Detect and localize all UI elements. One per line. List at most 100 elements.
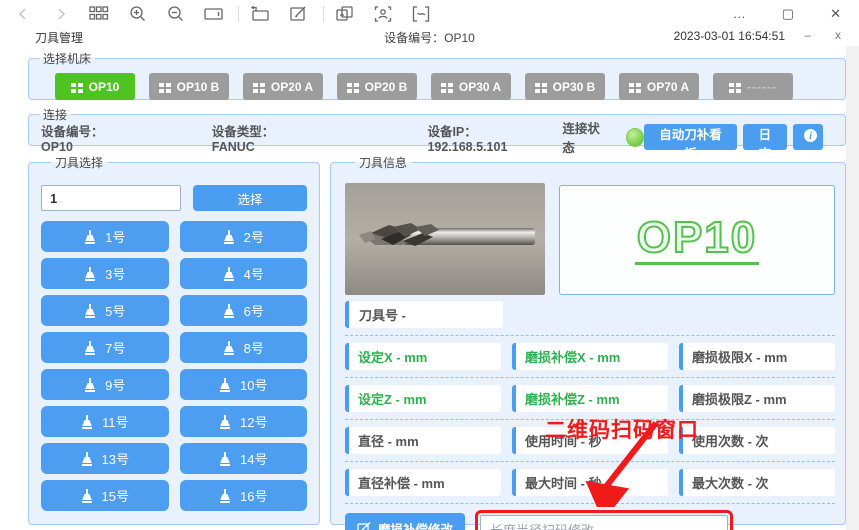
tool-button-1[interactable]: 1号 [41, 221, 169, 252]
tool-bit-icon [219, 378, 231, 392]
tool-bit-icon [84, 267, 96, 281]
field-wear-comp-x: 磨损补偿X - mm [512, 343, 668, 370]
tool-number-field: 刀具号 - [345, 301, 503, 328]
window-close-icon[interactable]: x [835, 28, 841, 42]
tool-button-10[interactable]: 10号 [180, 369, 308, 400]
field-row-2: 设定Z - mm 磨损补偿Z - mm 磨损极限Z - mm [345, 377, 835, 412]
tool-bit-icon [219, 452, 231, 466]
tool-button-8[interactable]: 8号 [180, 332, 308, 363]
tool-bit-icon [219, 415, 231, 429]
connection-status-label: 连接状态 [562, 118, 611, 156]
field-row-4: 直径补偿 - mm 最大时间 - 秒 最大次数 - 次 [345, 461, 835, 496]
forward-icon[interactable] [48, 3, 74, 25]
close-icon[interactable]: ✕ [830, 6, 841, 22]
tool-button-16[interactable]: 16号 [180, 480, 308, 511]
toolbar-divider [323, 6, 324, 22]
more-icon[interactable]: … [733, 6, 746, 21]
field-wear-comp-z: 磨损补偿Z - mm [512, 385, 668, 412]
edit-icon[interactable] [285, 3, 311, 25]
tool-button-2[interactable]: 2号 [180, 221, 308, 252]
machine-select-group: 选择机床 OP10 OP10 B OP20 A OP20 B OP30 A [28, 50, 846, 100]
tool-button-13[interactable]: 13号 [41, 443, 169, 474]
minimize-icon[interactable]: – [804, 28, 811, 42]
tool-bit-icon [84, 378, 96, 392]
field-wear-limit-z: 磨损极限Z - mm [679, 385, 835, 412]
machine-button-empty[interactable]: ------ [713, 73, 793, 100]
back-icon[interactable] [10, 3, 36, 25]
auto-toolcomp-board-button[interactable]: 自动刀补看板 [644, 124, 737, 150]
tool-button-15[interactable]: 15号 [41, 480, 169, 511]
field-max-time: 最大时间 - 秒 [512, 469, 668, 496]
maximize-icon[interactable]: ▢ [782, 6, 794, 22]
tool-info-legend: 刀具信息 [355, 154, 411, 171]
tool-bit-icon [223, 341, 235, 355]
machine-select-legend: 选择机床 [39, 50, 95, 67]
machine-button-op30b[interactable]: OP30 B [525, 73, 605, 100]
tool-button-12[interactable]: 12号 [180, 406, 308, 437]
tool-select-legend: 刀具选择 [51, 154, 107, 171]
info-button[interactable]: i [793, 124, 823, 150]
tool-bit-icon [223, 304, 235, 318]
connection-row: 设备编号：OP10 设备类型：FANUC 设备IP：192.168.5.101 … [29, 123, 845, 151]
machine-button-op30a[interactable]: OP30 A [431, 73, 511, 100]
connection-buttons: 自动刀补看板 日志 i [644, 124, 845, 150]
machine-button-row: OP10 OP10 B OP20 A OP20 B OP30 A OP30 B [29, 67, 845, 100]
qr-scan-highlight [475, 510, 733, 530]
machine-label-box: OP10 [559, 185, 835, 295]
machine-button-op10[interactable]: OP10 [55, 73, 135, 100]
zoom-in-icon[interactable] [124, 3, 150, 25]
device-ip-label: 设备IP：192.168.5.101 [427, 121, 554, 154]
tool-bit-icon [223, 230, 235, 244]
tool-button-9[interactable]: 9号 [41, 369, 169, 400]
toolbar: … ▢ ✕ [0, 0, 859, 27]
grid-glyph-icon [729, 82, 741, 92]
app-window: … ▢ ✕ 刀具管理 设备编号：OP10 2023-03-01 16:54:51… [0, 0, 859, 530]
wear-comp-modify-button[interactable]: 磨损补偿修改 [345, 513, 465, 530]
grid-icon[interactable] [86, 3, 112, 25]
grid-glyph-icon [253, 82, 265, 92]
tool-button-14[interactable]: 14号 [180, 443, 308, 474]
machine-button-op10b[interactable]: OP10 B [149, 73, 229, 100]
tool-bit-icon [219, 489, 231, 503]
edit-pencil-icon [357, 522, 371, 530]
tool-button-7[interactable]: 7号 [41, 332, 169, 363]
zoom-out-icon[interactable] [162, 3, 188, 25]
tool-button-5[interactable]: 5号 [41, 295, 169, 326]
machine-button-op20a[interactable]: OP20 A [243, 73, 323, 100]
machine-button-op70a[interactable]: OP70 A [619, 73, 699, 100]
grid-glyph-icon [159, 82, 171, 92]
tool-info-top: OP10 [345, 183, 835, 295]
tool-button-6[interactable]: 6号 [180, 295, 308, 326]
tool-button-grid: 1号 2号 3号 4号 5号 6号 7号 8号 9号 10号 11号 12号 1… [41, 221, 307, 511]
tool-button-11[interactable]: 11号 [41, 406, 169, 437]
grid-glyph-icon [535, 82, 547, 92]
scan-modify-input[interactable] [480, 515, 728, 530]
tool-select-controls: 选择 [41, 185, 307, 211]
select-button[interactable]: 选择 [193, 185, 307, 211]
copy-add-icon[interactable] [332, 3, 358, 25]
action-row: 磨损补偿修改 [345, 503, 835, 530]
title-row: 刀具管理 设备编号：OP10 2023-03-01 16:54:51 – x [0, 27, 859, 46]
datetime-label: 2023-03-01 16:54:51 [674, 29, 785, 43]
code-scan-icon[interactable] [408, 3, 434, 25]
field-set-x: 设定X - mm [345, 343, 501, 370]
user-scan-icon[interactable] [370, 3, 396, 25]
device-no-label: 设备编号：OP10 [41, 121, 134, 154]
new-window-icon[interactable] [247, 3, 273, 25]
connection-group: 连接 设备编号：OP10 设备类型：FANUC 设备IP：192.168.5.1… [28, 106, 846, 146]
machine-button-op20b[interactable]: OP20 B [337, 73, 417, 100]
tool-bit-icon [81, 415, 93, 429]
tool-bit-icon [223, 267, 235, 281]
device-type-label: 设备类型：FANUC [212, 121, 316, 154]
tool-number-input[interactable] [41, 185, 181, 211]
tool-info-group: 刀具信息 [330, 154, 846, 525]
annotation-label: 二维码扫码窗口 [545, 414, 745, 444]
tool-button-4[interactable]: 4号 [180, 258, 308, 289]
field-diameter-comp: 直径补偿 - mm [345, 469, 501, 496]
monitor-icon[interactable] [200, 3, 226, 25]
tool-button-3[interactable]: 3号 [41, 258, 169, 289]
toolbar-divider [238, 6, 239, 22]
log-button[interactable]: 日志 [743, 124, 787, 150]
field-wear-limit-x: 磨损极限X - mm [679, 343, 835, 370]
tool-select-group: 刀具选择 选择 1号 2号 3号 4号 5号 6号 7号 8号 9号 10号 1… [28, 154, 320, 525]
